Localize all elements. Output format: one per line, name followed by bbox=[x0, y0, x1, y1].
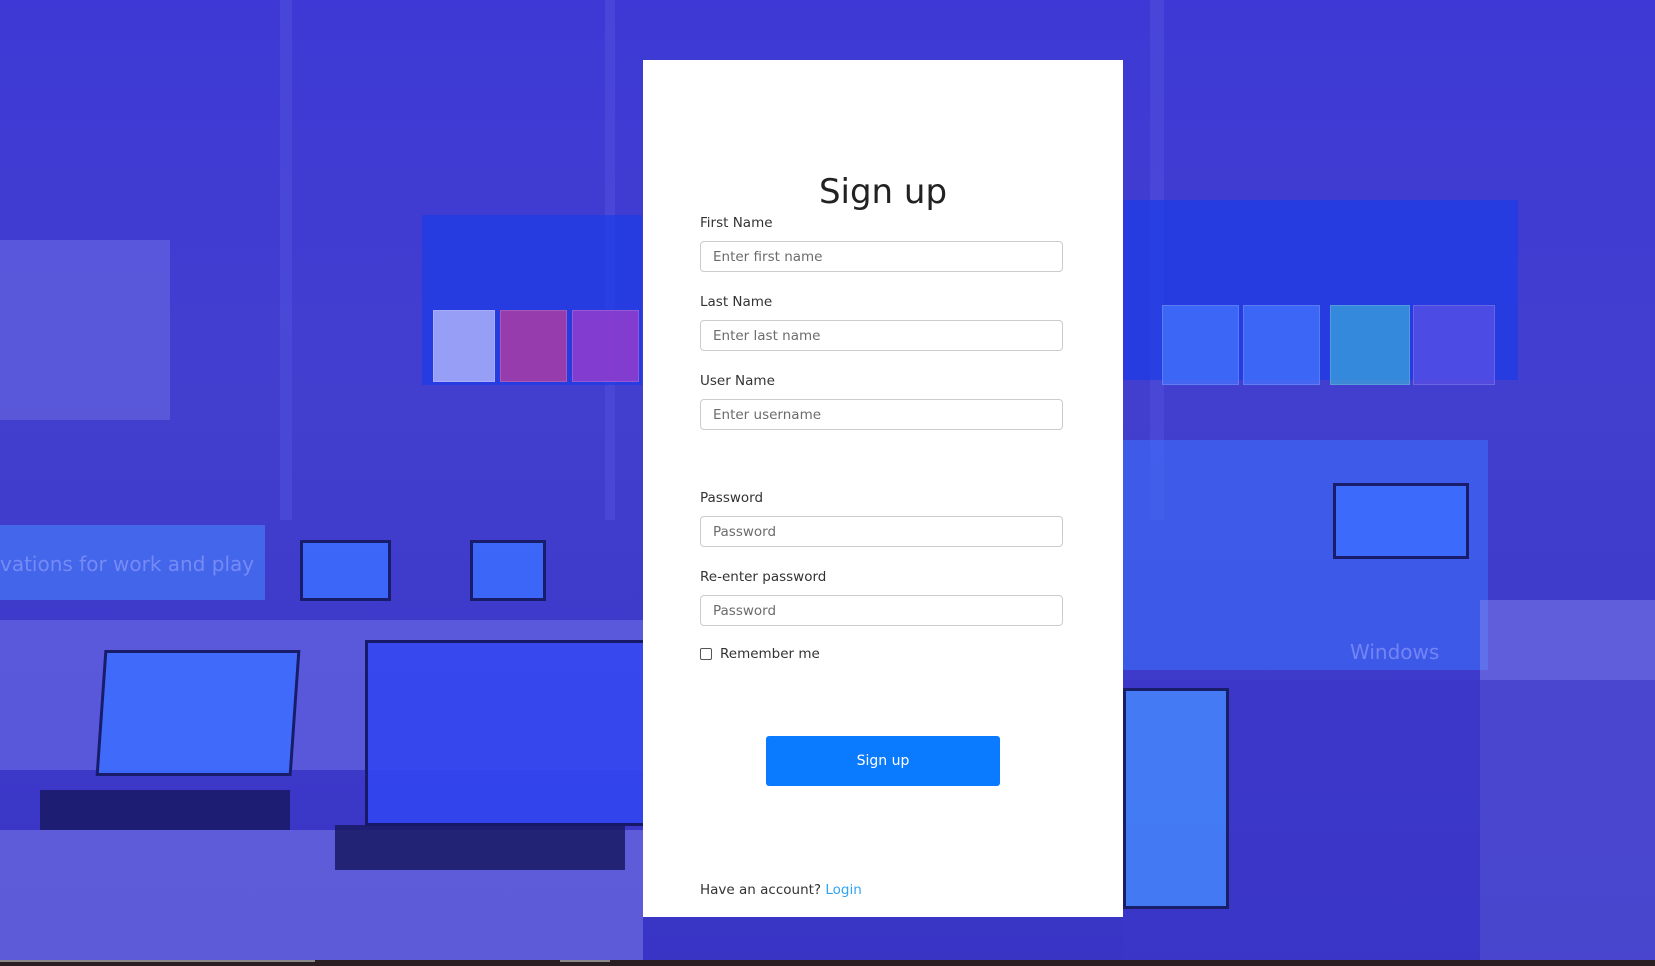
monitor bbox=[1123, 688, 1229, 909]
username-label: User Name bbox=[700, 373, 775, 389]
store-pillar bbox=[280, 0, 292, 520]
scroll-indicator bbox=[0, 960, 315, 962]
display-tile bbox=[1162, 305, 1239, 385]
laptop-keyboard bbox=[40, 790, 290, 830]
first-name-input[interactable] bbox=[700, 241, 1063, 272]
password-label: Password bbox=[700, 490, 764, 506]
display-tile bbox=[1413, 305, 1495, 385]
login-link[interactable]: Login bbox=[825, 882, 861, 898]
remember-me-label: Remember me bbox=[720, 646, 820, 662]
page-title: Sign up bbox=[643, 172, 1123, 212]
username-input[interactable] bbox=[700, 399, 1063, 430]
password-input[interactable] bbox=[700, 516, 1063, 547]
laptop bbox=[95, 650, 301, 776]
signup-card: Sign up First Name Last Name User Name P… bbox=[643, 60, 1123, 917]
scroll-indicator bbox=[560, 960, 610, 962]
first-name-label: First Name bbox=[700, 215, 773, 231]
window-bottom-strip bbox=[0, 960, 1655, 966]
laptop bbox=[300, 540, 391, 601]
laptop bbox=[470, 540, 546, 601]
promo-banner-text: vations for work and play bbox=[0, 552, 255, 576]
display-tile bbox=[1243, 305, 1320, 385]
display-tile bbox=[433, 310, 495, 382]
wall-fixture bbox=[0, 240, 170, 420]
login-prompt-text: Have an account? bbox=[700, 882, 822, 898]
login-prompt: Have an account? Login bbox=[700, 882, 862, 898]
windows-sign: Windows bbox=[1350, 640, 1440, 664]
confirm-password-label: Re-enter password bbox=[700, 569, 827, 585]
display-tile bbox=[1330, 305, 1410, 385]
remember-me-checkbox[interactable] bbox=[700, 648, 712, 660]
remember-me: Remember me bbox=[700, 646, 820, 662]
last-name-input[interactable] bbox=[700, 320, 1063, 351]
last-name-label: Last Name bbox=[700, 294, 773, 310]
laptop-keyboard bbox=[335, 825, 625, 870]
laptop bbox=[365, 640, 649, 826]
sign-up-button[interactable]: Sign up bbox=[766, 736, 1000, 786]
title-text: Sign up bbox=[818, 172, 948, 212]
display-tile bbox=[500, 310, 567, 382]
confirm-password-input[interactable] bbox=[700, 595, 1063, 626]
monitor bbox=[1333, 483, 1469, 559]
display-tile bbox=[572, 310, 639, 382]
